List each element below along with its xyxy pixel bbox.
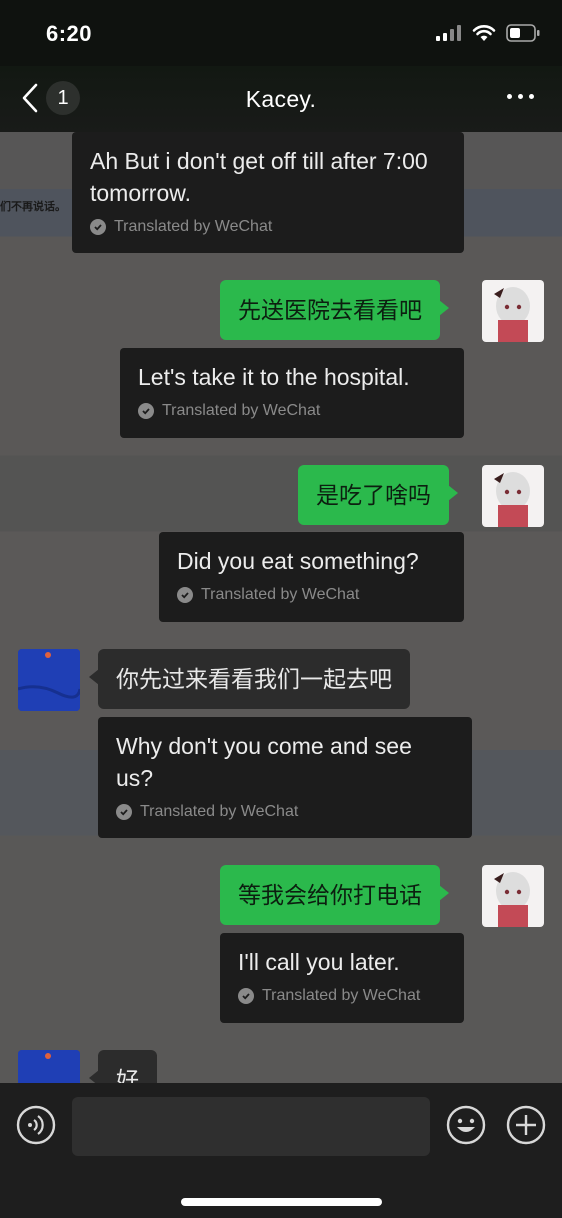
translation-text: Why don't you come and see us? xyxy=(116,733,412,791)
chat-area[interactable]: 们不再说话。 Ah But i don't get off till after… xyxy=(0,132,562,1083)
translated-by-label: Translated by WeChat xyxy=(90,217,446,237)
translated-by-label: Translated by WeChat xyxy=(238,986,446,1006)
home-indicator[interactable] xyxy=(181,1198,382,1206)
sent-message-bubble[interactable]: 等我会给你打电话 xyxy=(220,865,449,925)
translation-bubble[interactable]: Ah But i don't get off till after 7:00 t… xyxy=(72,132,464,253)
check-icon xyxy=(90,219,106,235)
translation-text: Let's take it to the hospital. xyxy=(138,364,410,390)
sent-message-bubble[interactable]: 是吃了啥吗 xyxy=(298,465,458,525)
translated-by-label: Translated by WeChat xyxy=(138,401,446,421)
more-icon[interactable] xyxy=(507,94,534,99)
contact-avatar[interactable] xyxy=(18,649,80,711)
chat-title: Kacey. xyxy=(245,86,317,112)
my-avatar[interactable] xyxy=(482,280,544,342)
received-message-bubble[interactable]: 你先过来看看我们一起去吧 xyxy=(89,649,410,709)
check-icon xyxy=(138,403,154,419)
battery-icon xyxy=(506,24,540,42)
translation-bubble[interactable]: I'll call you later. Translated by WeCha… xyxy=(220,933,464,1023)
check-icon xyxy=(116,804,132,820)
translation-text: I'll call you later. xyxy=(238,949,400,975)
contact-avatar[interactable] xyxy=(18,1050,80,1083)
signal-icon xyxy=(436,25,461,41)
emoji-icon[interactable] xyxy=(446,1105,486,1145)
translated-by-text: Translated by WeChat xyxy=(162,402,321,419)
my-avatar[interactable] xyxy=(482,465,544,527)
translated-by-text: Translated by WeChat xyxy=(201,586,360,603)
translated-by-label: Translated by WeChat xyxy=(116,802,454,822)
translated-by-text: Translated by WeChat xyxy=(114,218,273,235)
translated-by-label: Translated by WeChat xyxy=(177,585,446,605)
nav-bar: 1 Kacey. xyxy=(0,66,562,132)
check-icon xyxy=(238,988,254,1004)
background-text: 们不再说话。 xyxy=(0,201,66,213)
translation-text: Did you eat something? xyxy=(177,548,419,574)
input-bar xyxy=(0,1083,562,1218)
my-avatar[interactable] xyxy=(482,865,544,927)
translation-bubble[interactable]: Why don't you come and see us? Translate… xyxy=(98,717,472,838)
status-bar: 6:20 xyxy=(0,0,562,66)
check-icon xyxy=(177,587,193,603)
translated-by-text: Translated by WeChat xyxy=(262,987,421,1004)
translation-bubble[interactable]: Let's take it to the hospital. Translate… xyxy=(120,348,464,438)
translation-text: Ah But i don't get off till after 7:00 t… xyxy=(90,148,428,206)
message-input[interactable] xyxy=(72,1097,430,1156)
plus-icon[interactable] xyxy=(506,1105,546,1145)
wifi-icon xyxy=(472,25,496,41)
translated-by-text: Translated by WeChat xyxy=(140,803,299,820)
status-icons xyxy=(436,24,540,42)
status-time: 6:20 xyxy=(46,21,93,46)
voice-icon[interactable] xyxy=(16,1105,56,1145)
sent-message-bubble[interactable]: 先送医院去看看吧 xyxy=(220,280,449,340)
received-message-bubble[interactable]: 好 xyxy=(89,1050,157,1083)
translation-bubble[interactable]: Did you eat something? Translated by WeC… xyxy=(159,532,464,622)
